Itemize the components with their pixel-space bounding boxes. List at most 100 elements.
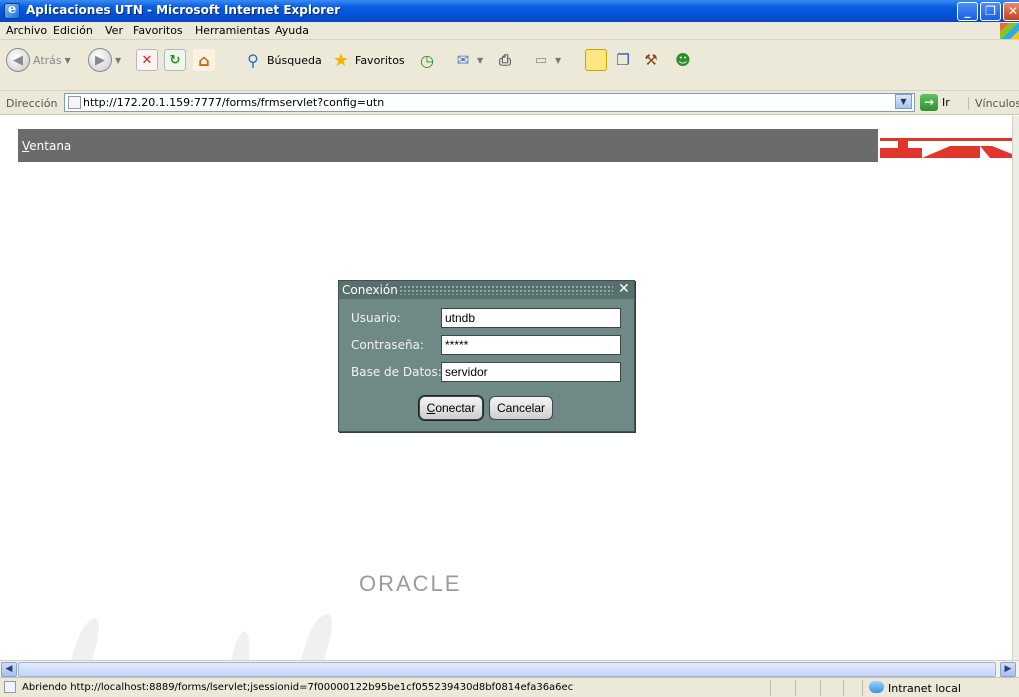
scroll-right-button[interactable]: ▶	[1000, 662, 1016, 677]
research-icon: ❐	[616, 51, 630, 69]
dialog-grip	[399, 285, 613, 295]
address-bar: Dirección http://172.20.1.159:7777/forms…	[0, 91, 1019, 115]
favorites-label: Favoritos	[355, 53, 405, 67]
page-content: Ventana Conexión ✕ Usuario: Contraseña: …	[0, 116, 1012, 660]
connect-rest: onectar	[435, 401, 476, 415]
address-input[interactable]: http://172.20.1.159:7777/forms/frmservle…	[64, 93, 915, 112]
go-arrow-icon: →	[920, 94, 938, 111]
menu-ver[interactable]: Ver	[105, 24, 123, 37]
window-title: Aplicaciones UTN - Microsoft Internet Ex…	[26, 3, 341, 17]
utn-logo-graphic	[880, 138, 1012, 158]
search-button[interactable]: ⚲ Búsqueda	[242, 46, 322, 74]
menu-herramientas[interactable]: Herramientas	[195, 24, 270, 37]
page-loading-icon	[4, 681, 16, 693]
dialog-titlebar[interactable]: Conexión ✕	[339, 281, 634, 299]
status-divider	[770, 680, 771, 696]
status-text: Abriendo http://localhost:8889/forms/lse…	[22, 682, 574, 693]
back-arrow-icon: ◀	[6, 48, 30, 72]
address-dropdown-button[interactable]: ▼	[895, 94, 912, 109]
connection-dialog: Conexión ✕ Usuario: Contraseña: Base de …	[338, 280, 635, 432]
menu-favoritos[interactable]: Favoritos	[133, 24, 183, 37]
back-button[interactable]: ◀ Atrás ▼	[6, 46, 71, 74]
chevron-down-icon: ▼	[477, 55, 484, 65]
security-zone-label: Intranet local	[888, 682, 961, 695]
menu-edicion[interactable]: Edición	[53, 24, 93, 37]
forward-arrow-icon: ▶	[88, 48, 112, 72]
history-icon: ◷	[420, 50, 434, 70]
close-window-button[interactable]: ✕	[1003, 2, 1019, 21]
go-button[interactable]: → Ir	[920, 94, 950, 111]
address-label: Dirección	[6, 97, 58, 110]
database-field[interactable]	[441, 362, 621, 382]
messenger-button[interactable]: ☻	[672, 46, 694, 74]
chevron-down-icon: ▼	[555, 55, 562, 65]
back-label: Atrás	[33, 53, 62, 67]
status-divider	[820, 680, 821, 696]
research-button[interactable]: ❐	[612, 46, 634, 74]
search-icon: ⚲	[247, 50, 259, 70]
forms-menu-bar: Ventana	[18, 129, 878, 162]
menu-archivo[interactable]: Archivo	[6, 24, 47, 37]
search-label: Búsqueda	[267, 53, 322, 67]
history-button[interactable]: ◷	[416, 46, 438, 74]
status-divider	[795, 680, 796, 696]
chevron-down-icon: ▼	[115, 55, 122, 65]
username-field[interactable]	[441, 308, 621, 328]
window-titlebar: Aplicaciones UTN - Microsoft Internet Ex…	[0, 0, 1019, 22]
vertical-scrollbar[interactable]	[1012, 116, 1019, 660]
address-url: http://172.20.1.159:7777/forms/frmservle…	[83, 96, 385, 109]
edit-button[interactable]: ▭ ▼	[530, 46, 561, 74]
stop-button[interactable]: ✕	[136, 46, 158, 74]
mail-icon: ✉	[456, 51, 470, 69]
tools-button[interactable]: ⚒	[640, 46, 662, 74]
minimize-button[interactable]: _	[957, 2, 978, 21]
refresh-icon: ↻	[164, 49, 186, 71]
home-button[interactable]: ⌂	[193, 46, 215, 74]
forward-button[interactable]: ▶ ▼	[88, 46, 121, 74]
menu-ventana[interactable]: Ventana	[22, 139, 71, 153]
page-icon	[68, 96, 81, 109]
connect-mnemonic: C	[426, 401, 436, 415]
status-bar: Abriendo http://localhost:8889/forms/lse…	[0, 677, 1019, 697]
oracle-logo: ORACLE	[359, 571, 462, 596]
status-divider	[843, 680, 844, 696]
edit-icon: ▭	[534, 52, 548, 68]
dialog-title: Conexión	[342, 283, 398, 297]
utn-logo	[880, 129, 1012, 162]
password-label: Contraseña:	[351, 338, 424, 352]
scroll-left-button[interactable]: ◀	[1, 662, 17, 677]
note-icon	[585, 49, 607, 71]
refresh-button[interactable]: ↻	[164, 46, 186, 74]
print-button[interactable]: ⎙	[494, 46, 516, 74]
star-icon: ★	[332, 49, 350, 71]
home-icon: ⌂	[193, 49, 215, 71]
cancel-button[interactable]: Cancelar	[489, 396, 553, 420]
internet-explorer-icon	[4, 2, 20, 19]
horizontal-scrollbar[interactable]: ◀ ▶	[0, 660, 1019, 677]
menu-ayuda[interactable]: Ayuda	[275, 24, 309, 37]
menu-bar: Archivo Edición Ver Favoritos Herramient…	[0, 22, 1019, 40]
links-button[interactable]: Vínculos	[968, 97, 1019, 110]
database-label: Base de Datos:	[351, 365, 442, 379]
mail-button[interactable]: ✉ ▼	[452, 46, 483, 74]
connect-button[interactable]: Conectar	[419, 396, 483, 420]
close-icon[interactable]: ✕	[618, 281, 630, 297]
favorites-button[interactable]: ★ Favoritos	[330, 46, 405, 74]
messenger-icon: ☻	[675, 51, 691, 69]
toolbar: ◀ Atrás ▼ ▶ ▼ ✕ ↻ ⌂ ⚲ Búsqueda ★ Favorit…	[0, 40, 1019, 91]
stop-icon: ✕	[136, 49, 158, 71]
ventana-text: entana	[29, 139, 72, 153]
password-field[interactable]	[441, 335, 621, 355]
background-watermark	[71, 614, 332, 660]
chevron-down-icon: ▼	[64, 55, 71, 65]
print-icon: ⎙	[498, 51, 511, 69]
scroll-thumb[interactable]	[18, 662, 996, 677]
go-label: Ir	[942, 96, 950, 109]
tools-icon: ⚒	[644, 51, 658, 69]
intranet-zone-icon	[869, 681, 884, 693]
windows-logo-icon	[1000, 23, 1019, 39]
notes-button[interactable]	[585, 46, 607, 74]
status-divider	[862, 680, 863, 696]
restore-button[interactable]: ❐	[980, 2, 1001, 21]
username-label: Usuario:	[351, 311, 401, 325]
